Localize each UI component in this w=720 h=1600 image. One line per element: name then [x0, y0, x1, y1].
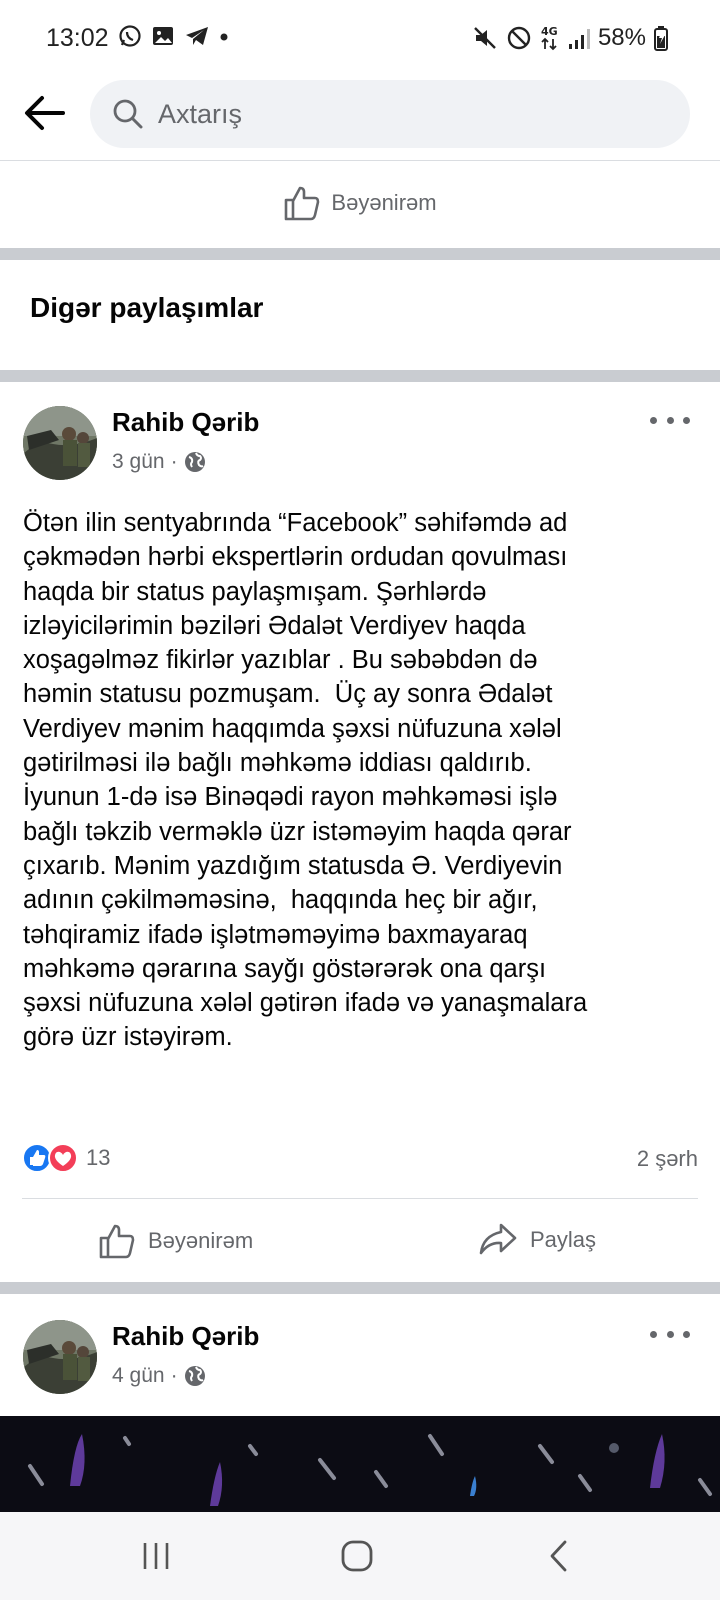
do-not-disturb-icon [507, 26, 531, 50]
post-image[interactable] [0, 1416, 720, 1512]
post-author[interactable]: Rahib Qərib [112, 407, 259, 438]
avatar[interactable] [23, 1320, 97, 1394]
avatar-photo [23, 1320, 97, 1394]
back-arrow-icon [25, 96, 65, 130]
status-time: 13:02 [46, 24, 109, 52]
meta-separator: · [170, 450, 178, 473]
actions-divider [22, 1198, 698, 1199]
reactions-summary[interactable]: 13 [22, 1143, 110, 1173]
post-time: 4 gün [112, 1364, 165, 1387]
battery-percent: 58% [597, 24, 646, 51]
recent-apps-icon [143, 1543, 169, 1569]
post-text: Ötən ilin sentyabrında “Facebook” səhifə… [23, 509, 588, 1052]
status-bar: 13:02 4G 58% [0, 0, 720, 80]
share-icon [479, 1223, 517, 1255]
search-icon [113, 99, 143, 129]
gallery-icon [153, 27, 173, 45]
comment-count[interactable]: 2 şərh [637, 1146, 698, 1172]
post-meta: 3 gün · [112, 450, 206, 474]
post-meta: 4 gün · [112, 1364, 206, 1388]
search-header: Axtarış [0, 76, 720, 160]
home-button[interactable] [327, 1534, 387, 1578]
like-label: Bəyənirəm [148, 1228, 254, 1253]
previous-post-like-button[interactable]: Bəyənirəm [0, 172, 720, 234]
recent-apps-button[interactable] [126, 1534, 186, 1578]
whatsapp-icon [119, 25, 141, 47]
post-author[interactable]: Rahib Qərib [112, 1321, 259, 1352]
back-arrow-button[interactable] [22, 90, 68, 136]
globe-icon [184, 1366, 205, 1386]
meta-separator: · [170, 1364, 178, 1387]
section-title: Digər paylaşımlar [30, 292, 264, 323]
avatar-photo [23, 406, 97, 480]
love-reaction-icon [48, 1143, 78, 1173]
post-separator [0, 1282, 720, 1294]
share-button[interactable]: Paylaş [478, 1222, 596, 1258]
battery-icon [654, 26, 668, 51]
signal-icon [568, 29, 590, 49]
post-options-button[interactable] [650, 410, 690, 430]
notification-icons [118, 24, 229, 48]
mute-icon [474, 27, 496, 49]
4g-icon: 4G [541, 25, 558, 51]
like-button[interactable]: Bəyənirəm [98, 1222, 253, 1260]
search-placeholder: Axtarış [158, 98, 243, 129]
back-icon [550, 1540, 567, 1572]
post-time: 3 gün [112, 450, 165, 473]
globe-icon [184, 452, 205, 472]
post-options-button[interactable] [650, 1324, 690, 1344]
post-separator [0, 370, 720, 382]
dot-icon [220, 33, 228, 41]
system-back-button[interactable] [529, 1534, 589, 1578]
share-label: Paylaş [530, 1227, 597, 1252]
like-label: Bəyənirəm [331, 190, 437, 215]
like-icon [99, 1224, 135, 1259]
header-divider [0, 160, 720, 161]
avatar[interactable] [23, 406, 97, 480]
navigation-bar [0, 1512, 720, 1600]
home-icon [341, 1540, 373, 1572]
svg-text:4G: 4G [541, 25, 558, 38]
search-input[interactable]: Axtarış [90, 80, 690, 148]
like-icon [285, 186, 320, 221]
section-separator [0, 248, 720, 260]
system-icons: 4G 58% [472, 24, 668, 52]
rain-pattern-image [28, 1434, 712, 1506]
reaction-count: 13 [86, 1145, 111, 1170]
telegram-icon [186, 27, 208, 45]
